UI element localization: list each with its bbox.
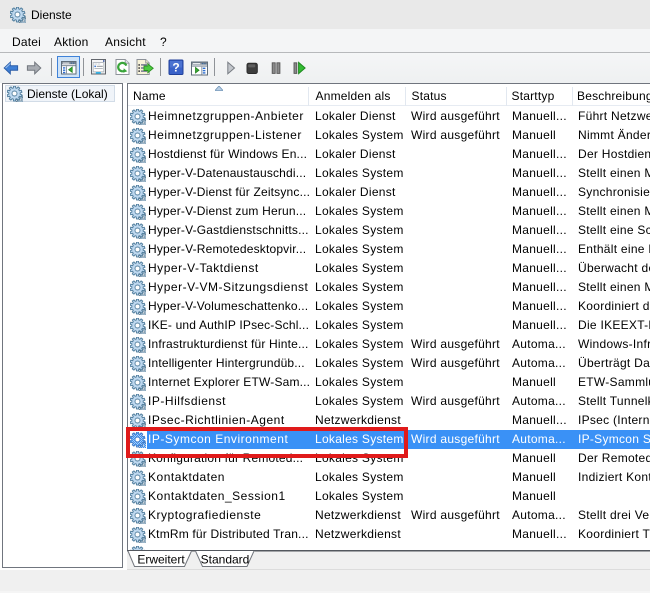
svg-text:Standard: Standard xyxy=(201,553,250,567)
svg-text:Erweitert: Erweitert xyxy=(137,553,185,567)
